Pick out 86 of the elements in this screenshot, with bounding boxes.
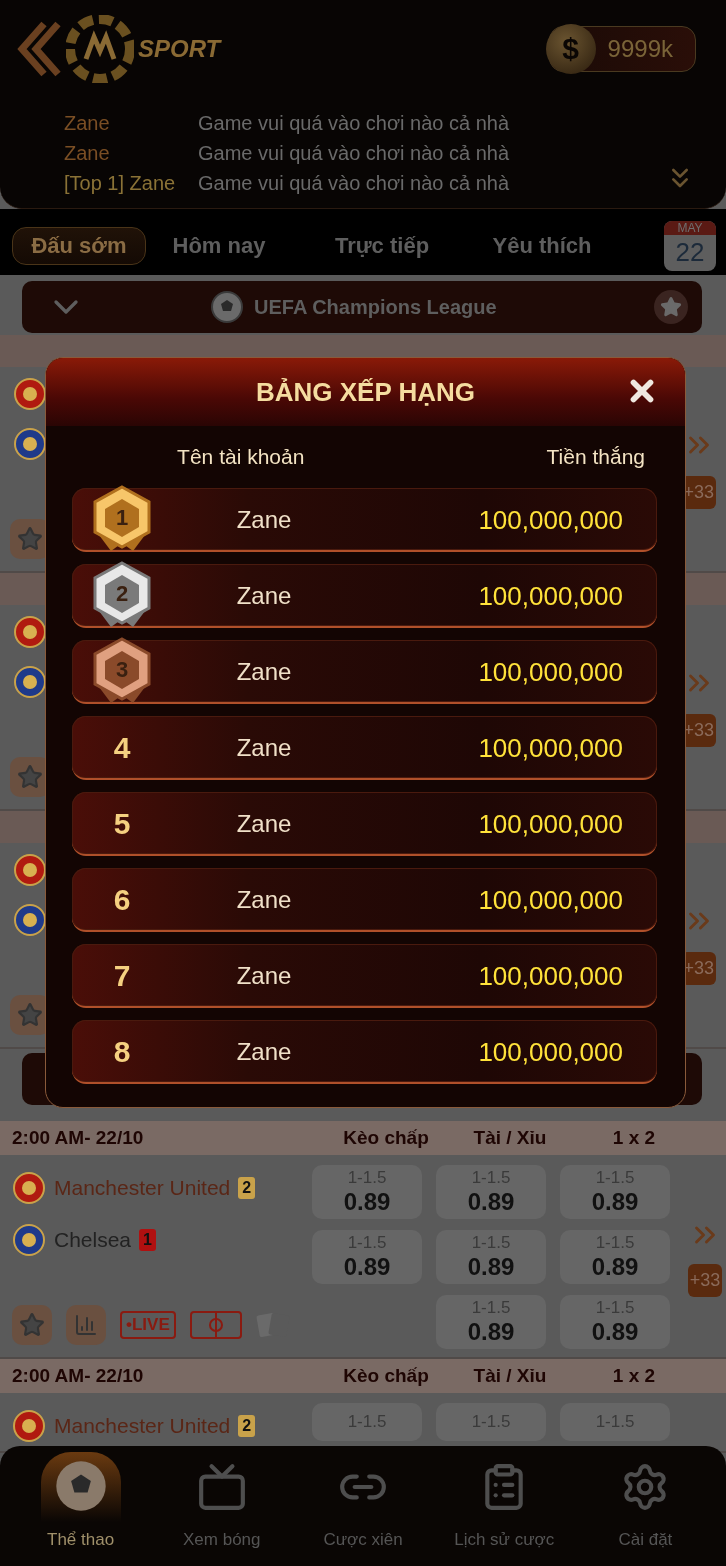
stats-button[interactable] bbox=[66, 1305, 106, 1345]
rank-number: 6 bbox=[113, 883, 131, 917]
player-name: Zane bbox=[235, 1038, 293, 1066]
rank-number: 7 bbox=[113, 959, 131, 993]
player-name: Zane bbox=[235, 506, 293, 534]
winnings-amount: 100,000,000 bbox=[477, 884, 624, 916]
chat-message: Game vui quá vào chơi nào cả nhà bbox=[198, 172, 510, 194]
team-crest-icon bbox=[12, 1409, 46, 1443]
team-crest-icon bbox=[13, 427, 47, 461]
league-bar[interactable]: UEFA Champions League bbox=[22, 281, 702, 333]
rank-number: 2 bbox=[115, 581, 129, 607]
nav-tab[interactable]: Xem bóng bbox=[151, 1452, 293, 1566]
star-icon bbox=[17, 526, 43, 552]
rank-number: 5 bbox=[113, 807, 131, 841]
tv-icon bbox=[196, 1462, 247, 1512]
nav-tab[interactable]: Thể thao bbox=[10, 1452, 152, 1566]
nav-tab[interactable]: Cược xiên bbox=[292, 1452, 434, 1566]
chat-user: [Top 1] Zane bbox=[64, 172, 177, 194]
player-name: Zane bbox=[235, 810, 293, 838]
team-crest-icon bbox=[12, 1223, 46, 1257]
market-title: Tài / Xỉu bbox=[472, 1365, 548, 1387]
back-icon[interactable] bbox=[16, 20, 62, 78]
tab[interactable]: Hôm nay bbox=[146, 227, 292, 265]
winnings-amount: 100,000,000 bbox=[477, 504, 624, 536]
more-markets-badge[interactable]: +33 bbox=[687, 1263, 723, 1297]
tab[interactable]: Yêu thích bbox=[472, 227, 612, 265]
dialog-title: BẢNG XẾP HẠNG bbox=[255, 376, 476, 408]
market-title: Kèo chấp bbox=[342, 1127, 430, 1149]
column-header: Tiền thắng bbox=[546, 445, 645, 469]
winnings-amount: 100,000,000 bbox=[477, 1036, 624, 1068]
winnings-amount: 100,000,000 bbox=[477, 580, 624, 612]
winnings-amount: 100,000,000 bbox=[477, 960, 624, 992]
player-name: Zane bbox=[235, 886, 293, 914]
balance-pill[interactable]: $ 9999k bbox=[548, 26, 696, 72]
winnings-amount: 100,000,000 bbox=[477, 808, 624, 840]
team-crest-icon bbox=[13, 615, 47, 649]
match-time: 2:00 AM- 22/10 bbox=[12, 1365, 145, 1387]
player-name: Zane bbox=[235, 582, 293, 610]
chat-user: Zane bbox=[64, 142, 111, 164]
balance-text: 9999k bbox=[607, 35, 673, 63]
calendar-button[interactable]: MAY 22 bbox=[664, 221, 716, 271]
team-name: Manchester United bbox=[54, 1414, 231, 1438]
star-icon bbox=[17, 764, 43, 790]
chat-message: Game vui quá vào chơi nào cả nhà bbox=[198, 112, 510, 134]
team-crest-icon bbox=[13, 903, 47, 937]
team-crest-icon bbox=[13, 853, 47, 887]
winnings-amount: 100,000,000 bbox=[477, 656, 624, 688]
market-title: 1 x 2 bbox=[611, 1365, 657, 1387]
tab[interactable]: Đấu sớm bbox=[12, 227, 146, 265]
team-crest-icon bbox=[13, 377, 47, 411]
card-count: 2 bbox=[238, 1177, 256, 1199]
market-title: Kèo chấp bbox=[342, 1365, 430, 1387]
bar-chart-icon bbox=[74, 1313, 98, 1337]
player-name: Zane bbox=[235, 734, 293, 762]
team-crest-icon bbox=[12, 1171, 46, 1205]
team-name: Manchester United bbox=[54, 1176, 231, 1200]
card-count: 2 bbox=[238, 1415, 256, 1437]
chat-message: Game vui quá vào chơi nào cả nhà bbox=[198, 142, 510, 164]
star-icon bbox=[660, 296, 682, 318]
nav-tab[interactable]: Cài đặt bbox=[574, 1452, 716, 1566]
star-icon bbox=[19, 1312, 45, 1338]
nav-tab[interactable]: Lịch sử cược bbox=[433, 1452, 575, 1566]
player-name: Zane bbox=[235, 962, 293, 990]
chip-logo-icon bbox=[66, 15, 134, 83]
market-title: 1 x 2 bbox=[611, 1127, 657, 1149]
match-time: 2:00 AM- 22/10 bbox=[12, 1127, 145, 1149]
favorite-button[interactable] bbox=[12, 1305, 52, 1345]
market-title: Tài / Xỉu bbox=[472, 1127, 548, 1149]
league-name: UEFA Champions League bbox=[254, 295, 497, 319]
team-crest-icon bbox=[13, 665, 47, 699]
rank-number: 1 bbox=[115, 505, 129, 531]
favorite-button[interactable] bbox=[654, 290, 688, 324]
soccer-ball-icon bbox=[210, 290, 244, 324]
player-name: Zane bbox=[235, 658, 293, 686]
brand-name: SPORT bbox=[138, 35, 221, 63]
rank-number: 8 bbox=[113, 1035, 131, 1069]
team-name: Chelsea bbox=[54, 1228, 132, 1252]
chat-user: Zane bbox=[64, 112, 111, 134]
winnings-amount: 100,000,000 bbox=[477, 732, 624, 764]
rank-number: 3 bbox=[115, 657, 129, 683]
card-count: 1 bbox=[139, 1229, 156, 1251]
rank-number: 4 bbox=[113, 731, 131, 765]
tab[interactable]: Trực tiếp bbox=[292, 227, 472, 265]
coin-icon: $ bbox=[545, 24, 596, 74]
column-header: Tên tài khoản bbox=[177, 445, 305, 469]
star-icon bbox=[17, 1002, 43, 1028]
